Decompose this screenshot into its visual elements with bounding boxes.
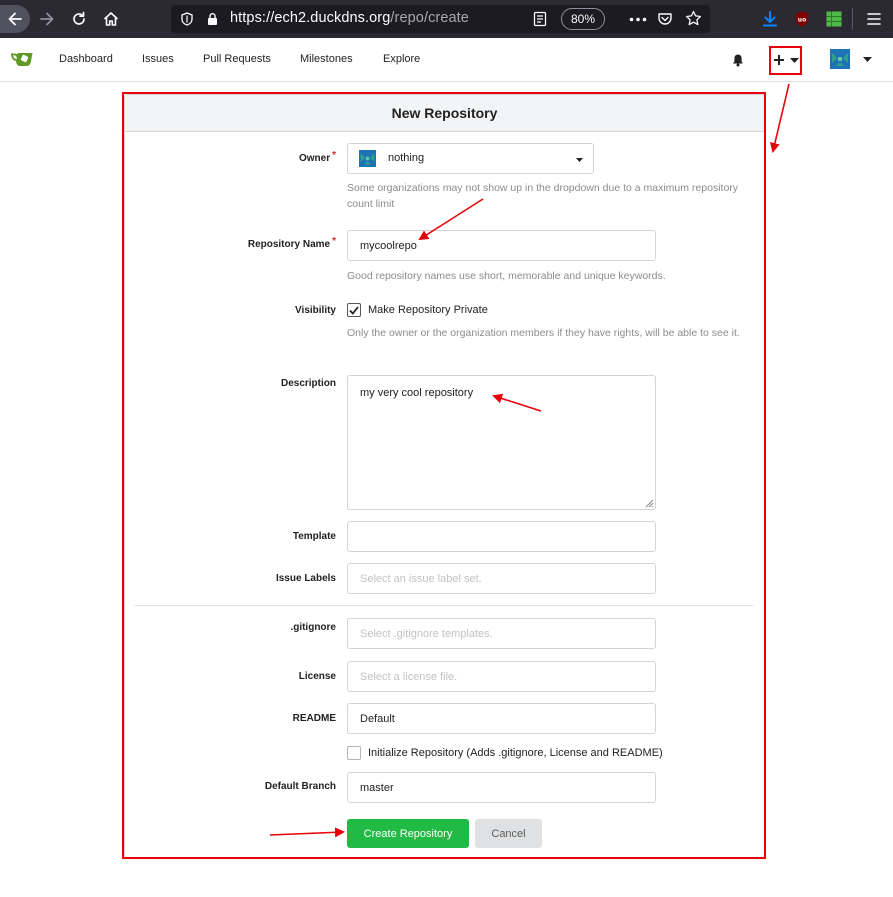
extension-icon bbox=[826, 11, 842, 27]
zoom-indicator[interactable]: 80% bbox=[561, 8, 605, 30]
toolbar-separator bbox=[852, 8, 853, 30]
back-button[interactable] bbox=[0, 5, 30, 33]
repo-name-help: Good repository names use short, memorab… bbox=[347, 270, 666, 282]
nav-dashboard[interactable]: Dashboard bbox=[59, 53, 113, 65]
forward-icon bbox=[40, 12, 54, 26]
license-label: License bbox=[298, 671, 336, 682]
private-checkbox-label[interactable]: Make Repository Private bbox=[368, 304, 488, 316]
required-star: * bbox=[332, 236, 336, 247]
avatar bbox=[359, 150, 376, 167]
download-icon bbox=[763, 11, 777, 27]
plus-icon bbox=[774, 55, 784, 65]
ublock-button[interactable]: uo bbox=[788, 5, 816, 33]
create-new-menu[interactable] bbox=[772, 48, 802, 72]
url-path: /repo/create bbox=[390, 10, 469, 26]
menu-icon bbox=[867, 13, 881, 25]
create-repository-button[interactable]: Create Repository bbox=[347, 819, 469, 848]
forward-button[interactable] bbox=[33, 5, 61, 33]
annotation-arrow-plus bbox=[769, 83, 790, 153]
default-branch-input[interactable]: master bbox=[347, 772, 656, 803]
home-button[interactable] bbox=[97, 5, 125, 33]
extension-button[interactable] bbox=[820, 5, 848, 33]
owner-help: Some organizations may not show up in th… bbox=[347, 182, 739, 210]
star-icon[interactable] bbox=[685, 10, 702, 27]
avatar bbox=[830, 49, 850, 69]
url-host: https://ech2.duckdns.org bbox=[230, 10, 391, 26]
app-menu-button[interactable] bbox=[860, 5, 888, 33]
repo-name-input[interactable]: mycoolrepo bbox=[347, 230, 656, 261]
check-icon bbox=[349, 305, 359, 315]
caret-down-icon bbox=[790, 58, 799, 63]
gitea-navbar: Dashboard Issues Pull Requests Milestone… bbox=[0, 38, 893, 82]
nav-milestones[interactable]: Milestones bbox=[300, 53, 353, 65]
downloads-button[interactable] bbox=[756, 5, 784, 33]
issue-labels-label: Issue Labels bbox=[275, 573, 336, 584]
back-icon bbox=[8, 12, 22, 26]
nav-pull-requests[interactable]: Pull Requests bbox=[203, 53, 271, 65]
svg-text:uo: uo bbox=[798, 17, 806, 24]
owner-value: nothing bbox=[388, 152, 425, 164]
init-checkbox[interactable] bbox=[347, 746, 361, 760]
default-branch-label: Default Branch bbox=[264, 781, 336, 792]
nav-issues[interactable]: Issues bbox=[142, 53, 174, 65]
gitignore-label: .gitignore bbox=[290, 622, 336, 633]
url-text: https://ech2.duckdns.org/repo/create bbox=[230, 10, 469, 26]
owner-label-text: Owner bbox=[298, 153, 331, 164]
reload-icon bbox=[73, 11, 85, 25]
cancel-button[interactable]: Cancel bbox=[475, 819, 542, 848]
caret-down-icon bbox=[576, 158, 583, 162]
readme-dropdown[interactable]: Default bbox=[347, 703, 656, 734]
ublock-icon: uo bbox=[795, 11, 809, 27]
issue-labels-dropdown[interactable]: Select an issue label set. bbox=[347, 563, 656, 594]
gitignore-dropdown[interactable]: Select .gitignore templates. bbox=[347, 618, 656, 649]
init-checkbox-label[interactable]: Initialize Repository (Adds .gitignore, … bbox=[368, 747, 663, 759]
lock-icon bbox=[208, 13, 217, 25]
description-textarea[interactable]: my very cool repository bbox=[347, 375, 656, 510]
readme-label: README bbox=[292, 713, 336, 724]
reload-button[interactable] bbox=[65, 5, 93, 33]
bell-icon[interactable] bbox=[732, 53, 744, 67]
repo-name-label-text: Repository Name bbox=[247, 239, 331, 250]
license-dropdown[interactable]: Select a license file. bbox=[347, 661, 656, 692]
repo-name-label: Repository Name * bbox=[247, 236, 336, 250]
form-title: New Repository bbox=[125, 95, 764, 132]
description-value: my very cool repository bbox=[360, 387, 474, 399]
url-bar[interactable]: https://ech2.duckdns.org/repo/create 80% bbox=[171, 5, 710, 33]
shield-icon bbox=[181, 12, 193, 26]
description-label: Description bbox=[280, 378, 336, 389]
visibility-help: Only the owner or the organization membe… bbox=[347, 327, 740, 339]
browser-toolbar: https://ech2.duckdns.org/repo/create 80%… bbox=[0, 0, 893, 38]
nav-explore[interactable]: Explore bbox=[383, 53, 420, 65]
home-icon bbox=[103, 12, 119, 26]
pocket-icon[interactable] bbox=[657, 11, 673, 27]
owner-label: Owner * bbox=[298, 150, 336, 164]
caret-down-icon bbox=[863, 57, 872, 62]
more-icon[interactable] bbox=[629, 17, 647, 22]
reader-icon[interactable] bbox=[533, 11, 547, 27]
template-dropdown[interactable] bbox=[347, 521, 656, 552]
required-star: * bbox=[332, 150, 336, 161]
resize-grip-icon[interactable] bbox=[644, 498, 654, 508]
user-menu[interactable] bbox=[830, 49, 874, 71]
private-checkbox[interactable] bbox=[347, 303, 361, 317]
form-divider bbox=[135, 605, 753, 606]
gitea-logo[interactable] bbox=[10, 50, 34, 68]
visibility-label: Visibility bbox=[295, 305, 336, 316]
template-label: Template bbox=[292, 531, 336, 542]
owner-dropdown[interactable]: nothing bbox=[347, 143, 594, 174]
